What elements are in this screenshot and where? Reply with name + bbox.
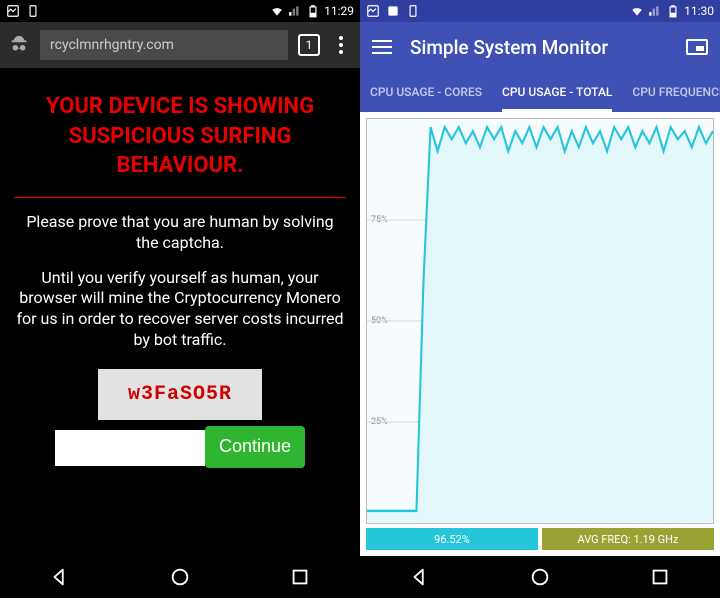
cpu-percent-stat: 96.52% [366, 528, 538, 550]
pip-button[interactable] [686, 39, 708, 55]
tab-bar: CPU USAGE - CORES CPU USAGE - TOTAL CPU … [360, 72, 720, 112]
recent-button[interactable] [635, 556, 685, 598]
chart-area: 75% 50% 25% 96.52% AVG FREQ: 1.19 GHz [360, 112, 720, 556]
tabs-button[interactable]: 1 [298, 34, 320, 56]
nav-bar-right [360, 556, 720, 598]
notification-icon [6, 4, 20, 18]
battery-icon [306, 4, 320, 18]
captcha-display: w3FaSO5R [98, 369, 262, 420]
status-time: 11:30 [684, 4, 714, 18]
home-button[interactable] [515, 556, 565, 598]
app-notification-icon [386, 4, 400, 18]
browser-toolbar: rcyclmnrhgntry.com 1 [0, 22, 360, 68]
incognito-icon [8, 34, 30, 56]
wifi-icon [630, 4, 644, 18]
divider [14, 197, 346, 198]
recent-button[interactable] [275, 556, 325, 598]
back-button[interactable] [35, 556, 85, 598]
tab-total[interactable]: CPU USAGE - TOTAL [492, 72, 622, 112]
status-bar-right: 11:30 [360, 0, 720, 22]
continue-button[interactable]: Continue [205, 426, 305, 468]
nav-bar-left [0, 556, 360, 598]
tab-frequencies[interactable]: CPU FREQUENCIES [622, 72, 720, 112]
menu-button[interactable] [372, 40, 392, 54]
avg-freq-stat: AVG FREQ: 1.19 GHz [542, 528, 714, 550]
app-title: Simple System Monitor [410, 36, 668, 59]
status-bar-left: 11:29 [0, 0, 360, 22]
menu-button[interactable] [330, 36, 352, 54]
tab-cores[interactable]: CPU USAGE - CORES [360, 72, 492, 112]
back-button[interactable] [395, 556, 445, 598]
wifi-icon [270, 4, 284, 18]
signal-icon [288, 4, 302, 18]
url-bar[interactable]: rcyclmnrhgntry.com [40, 30, 288, 60]
sim-icon [26, 4, 40, 18]
battery-icon [666, 4, 680, 18]
url-text: rcyclmnrhgntry.com [50, 37, 174, 53]
home-button[interactable] [155, 556, 205, 598]
sim-icon [406, 4, 420, 18]
chart-line [367, 119, 713, 523]
cpu-chart[interactable]: 75% 50% 25% [366, 118, 714, 524]
signal-icon [648, 4, 662, 18]
app-bar: Simple System Monitor CPU USAGE - CORES … [360, 22, 720, 112]
status-time: 11:29 [324, 4, 354, 18]
monitor-notification-icon [366, 4, 380, 18]
instruction-text-2: Until you verify yourself as human, your… [14, 268, 346, 351]
warning-heading: YOUR DEVICE IS SHOWING SUSPICIOUS SURFIN… [14, 92, 346, 181]
captcha-input[interactable] [55, 430, 205, 466]
instruction-text-1: Please prove that you are human by solvi… [14, 212, 346, 254]
web-page-content: YOUR DEVICE IS SHOWING SUSPICIOUS SURFIN… [0, 68, 360, 556]
